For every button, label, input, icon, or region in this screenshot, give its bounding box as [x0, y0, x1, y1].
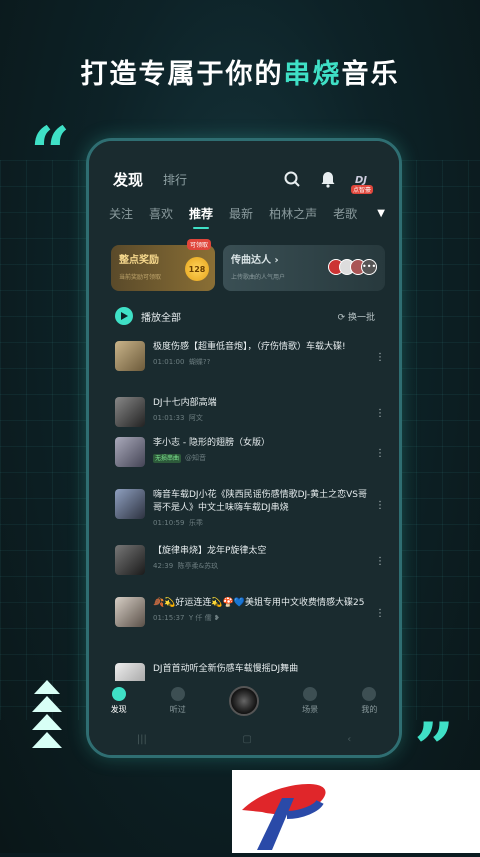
tab-oldies[interactable]: 老歌: [333, 205, 357, 222]
more-options-icon[interactable]: ⋮: [375, 609, 385, 619]
expert-avatars: •••: [328, 259, 377, 275]
home-icon[interactable]: ▢: [242, 734, 251, 745]
feature-cards: 整点奖励 当前奖励可领取 可领取 128 传曲达人 › 上传歌曲的人气用户 ••…: [111, 239, 385, 291]
play-all-button[interactable]: [115, 307, 133, 325]
promo-headline: 打造专属于你的串烧音乐: [80, 59, 400, 90]
song-thumbnail: [115, 597, 145, 627]
profile-icon: [362, 687, 377, 701]
dj-badge: 点智豪: [351, 185, 374, 194]
play-all-label[interactable]: 播放全部: [141, 309, 181, 324]
list-item[interactable]: 🍂💫好运连连💫🍄💙美姐专用中文收费情感大碟25 01:15:37 Y 仟 儒 ❥…: [115, 597, 385, 663]
decorative-trees-icon: [32, 680, 62, 748]
list-item[interactable]: 嗨音车载DJ小花《陕西民谣伤感情歌DJ-黄土之恋VS哥哥不是人》中文土味嗨车载D…: [115, 489, 385, 545]
more-options-icon[interactable]: ⋮: [375, 449, 385, 459]
scenes-icon: [303, 687, 318, 701]
tab-follow[interactable]: 关注: [109, 205, 133, 222]
uploader-expert-card[interactable]: 传曲达人 › 上传歌曲的人气用户 •••: [223, 245, 385, 291]
hourly-reward-card[interactable]: 整点奖励 当前奖励可领取 可领取 128: [111, 239, 215, 291]
coin-icon: 128: [185, 257, 209, 281]
tab-rank[interactable]: 排行: [163, 171, 187, 188]
recents-icon[interactable]: |||: [137, 734, 147, 745]
discover-icon: [111, 687, 126, 701]
list-item[interactable]: 【旋律串烧】龙年P旋律太空 42:39 陈亭柔&苏玖 ⋮: [115, 545, 385, 597]
history-icon: [170, 687, 185, 701]
song-list: 极度伤感【超重低音炮】，（疗伤情歌）车载大碟! 01:01:00 蝴蝶?? ⋮ …: [115, 341, 385, 693]
lossless-badge: 无损串曲: [153, 454, 182, 463]
list-item[interactable]: 李小志 - 隐形的翅膀（女版） 无损串曲 @知音 ⋮: [115, 437, 385, 489]
more-avatars-icon: •••: [361, 259, 377, 275]
tab-recommend[interactable]: 推荐: [189, 205, 213, 229]
back-icon[interactable]: ‹: [347, 734, 351, 745]
watermark-logo: [232, 770, 480, 853]
quote-open-icon: “: [30, 111, 71, 194]
song-thumbnail: [115, 489, 145, 519]
more-options-icon[interactable]: ⋮: [375, 353, 385, 363]
now-playing-disc: [228, 686, 259, 716]
list-item[interactable]: DJ十七内部高端 01:01:33 阿文 ⋮: [115, 397, 385, 437]
tab-berlin[interactable]: 柏林之声: [269, 205, 317, 222]
nav-mine[interactable]: 我的: [361, 687, 377, 715]
expand-tabs-icon[interactable]: ▼: [377, 208, 385, 219]
song-thumbnail: [115, 397, 145, 427]
more-options-icon[interactable]: ⋮: [375, 501, 385, 511]
list-item[interactable]: 极度伤感【超重低音炮】，（疗伤情歌）车载大碟! 01:01:00 蝴蝶?? ⋮: [115, 341, 385, 397]
more-options-icon[interactable]: ⋮: [375, 409, 385, 419]
tab-discover[interactable]: 发现: [113, 169, 143, 190]
song-thumbnail: [115, 545, 145, 575]
search-icon[interactable]: [283, 170, 301, 188]
top-bar: 发现 排行 DJ 点智豪: [113, 167, 381, 194]
phone-mockup: 发现 排行 DJ 点智豪 关注 喜欢 推荐 最新 柏林之声 老歌 ▼ 整点奖励: [86, 138, 402, 758]
dj-profile-button[interactable]: DJ 点智豪: [351, 168, 381, 194]
play-icon: [121, 312, 128, 320]
tab-latest[interactable]: 最新: [229, 205, 253, 222]
nav-player[interactable]: [228, 686, 259, 716]
play-all-bar: 播放全部 ⟳ 换一批: [115, 307, 375, 325]
tab-like[interactable]: 喜欢: [149, 205, 173, 222]
app-screen: 发现 排行 DJ 点智豪 关注 喜欢 推荐 最新 柏林之声 老歌 ▼ 整点奖励: [89, 141, 399, 755]
brand-logo-icon: [242, 783, 326, 850]
refresh-button[interactable]: ⟳ 换一批: [338, 310, 375, 323]
bottom-nav: 发现 听过 场景 我的: [89, 681, 399, 721]
nav-history[interactable]: 听过: [170, 687, 186, 715]
nav-discover[interactable]: 发现: [111, 687, 127, 715]
system-nav-bar: ||| ▢ ‹: [89, 729, 399, 749]
song-thumbnail: [115, 341, 145, 371]
bell-icon[interactable]: [319, 170, 337, 188]
nav-scenes[interactable]: 场景: [302, 687, 318, 715]
song-thumbnail: [115, 437, 145, 467]
category-tabs: 关注 喜欢 推荐 最新 柏林之声 老歌 ▼: [109, 205, 385, 229]
more-options-icon[interactable]: ⋮: [375, 557, 385, 567]
claimable-tag: 可领取: [186, 239, 211, 250]
